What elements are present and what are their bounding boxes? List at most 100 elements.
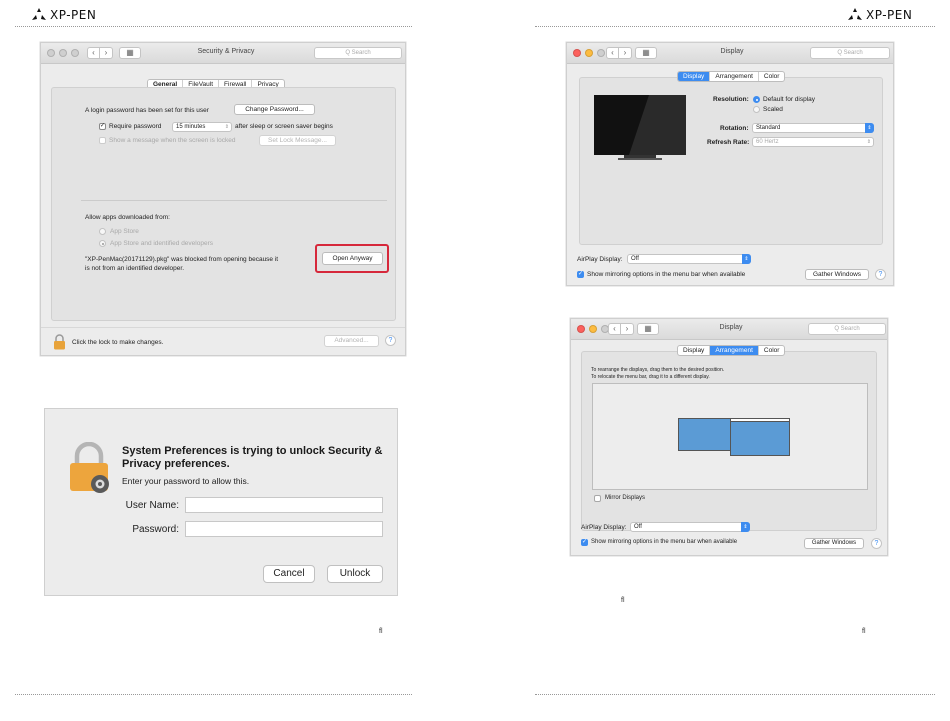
scaled-resolution-radio[interactable] [753, 106, 760, 113]
default-resolution-radio[interactable] [753, 96, 760, 103]
brand-name: XP-PEN [866, 8, 913, 22]
airplay-select[interactable]: Off ⇕ [627, 254, 751, 264]
tab-arrangement[interactable]: Arrangement [709, 72, 758, 81]
default-resolution-option: Default for display [763, 96, 816, 103]
titlebar: ‹ › ▦ Display Q Search [571, 319, 887, 340]
forward-icon[interactable]: › [100, 47, 113, 59]
zoom-light-icon[interactable] [71, 49, 79, 57]
tab-bar: Display Arrangement Color [677, 71, 786, 82]
brand-logo-right: XP-PEN [848, 8, 912, 22]
show-message-checkbox[interactable] [99, 137, 106, 144]
require-password-value: 15 minutes [176, 124, 206, 130]
refresh-rate-select[interactable]: 60 Hertz ⇕ [752, 137, 874, 147]
airplay-value: Off [631, 256, 639, 262]
advanced-button[interactable]: Advanced... [324, 335, 379, 347]
rotation-select[interactable]: Standard ⇕ [752, 123, 874, 133]
page-number-left: fl [379, 628, 383, 635]
traffic-lights [573, 49, 605, 57]
show-all-grid-icon[interactable]: ▦ [637, 323, 659, 335]
require-password-checkbox[interactable]: ✓ [99, 123, 106, 130]
tab-display[interactable]: Display [678, 72, 710, 81]
tab-color[interactable]: Color [757, 346, 785, 355]
gather-windows-button[interactable]: Gather Windows [805, 269, 869, 280]
back-icon[interactable]: ‹ [87, 47, 100, 59]
set-lock-message-button[interactable]: Set Lock Message... [259, 135, 336, 146]
after-sleep-text: after sleep or screen saver begins [235, 123, 333, 130]
help-button[interactable]: ? [875, 269, 886, 280]
help-button[interactable]: ? [385, 335, 396, 346]
display-left-thumbnail[interactable] [678, 418, 731, 451]
minimize-light-icon[interactable] [59, 49, 67, 57]
cancel-button[interactable]: Cancel [263, 565, 315, 583]
titlebar: ‹ › ▦ Display Q Search [567, 43, 893, 64]
nav-buttons: ‹ › [87, 47, 113, 59]
unlock-dialog: System Preferences is trying to unlock S… [44, 408, 398, 596]
password-field[interactable] [185, 521, 383, 537]
user-name-field[interactable] [185, 497, 383, 513]
show-mirroring-checkbox[interactable]: ✓ [581, 539, 588, 546]
minimize-light-icon[interactable] [585, 49, 593, 57]
refresh-rate-label: Refresh Rate: [707, 139, 750, 146]
forward-icon[interactable]: › [619, 47, 632, 59]
header-divider-left [15, 26, 412, 27]
tab-arrangement[interactable]: Arrangement [709, 346, 758, 355]
updown-icon: ⇕ [866, 139, 871, 145]
updown-icon: ⇕ [741, 522, 750, 532]
minimize-light-icon[interactable] [589, 325, 597, 333]
xp-pen-mark-icon [32, 8, 46, 20]
footer-divider-right [535, 694, 935, 695]
security-privacy-window: ‹ › ▦ Security & Privacy Q Search Genera… [40, 42, 406, 356]
back-icon[interactable]: ‹ [606, 47, 619, 59]
window-title: Display [719, 324, 743, 331]
footer-divider-left [15, 694, 412, 695]
traffic-lights [47, 49, 79, 57]
show-mirroring-label: Show mirroring options in the menu bar w… [591, 539, 738, 545]
airplay-label: AirPlay Display: [581, 524, 627, 531]
require-password-select[interactable]: 15 minutes ⇕ [172, 122, 232, 132]
close-light-icon[interactable] [577, 325, 585, 333]
gather-windows-button[interactable]: Gather Windows [804, 538, 864, 549]
mirror-displays-checkbox[interactable] [594, 495, 601, 502]
back-icon[interactable]: ‹ [608, 323, 621, 335]
unlock-button[interactable]: Unlock [327, 565, 383, 583]
show-message-label: Show a message when the screen is locked [109, 137, 236, 144]
lock-icon[interactable] [53, 334, 66, 350]
close-light-icon[interactable] [47, 49, 55, 57]
airplay-select[interactable]: Off ⇕ [630, 522, 750, 532]
brand-logo-left: XP-PEN [32, 8, 96, 22]
rotation-label: Rotation: [720, 125, 749, 132]
airplay-value: Off [634, 524, 642, 530]
nav-buttons: ‹ › [606, 47, 632, 59]
app-store-option: App Store [110, 228, 139, 235]
search-input[interactable]: Q Search [810, 47, 890, 59]
show-all-grid-icon[interactable]: ▦ [635, 47, 657, 59]
close-light-icon[interactable] [573, 49, 581, 57]
open-anyway-button[interactable]: Open Anyway [322, 252, 383, 265]
identified-developers-radio[interactable] [99, 240, 106, 247]
search-input[interactable]: Q Search [808, 323, 886, 335]
show-all-grid-icon[interactable]: ▦ [119, 47, 141, 59]
show-mirroring-checkbox[interactable]: ✓ [577, 271, 584, 278]
help-button[interactable]: ? [871, 538, 882, 549]
monitor-preview-icon [594, 95, 686, 160]
xp-pen-mark-icon [848, 8, 862, 20]
tab-color[interactable]: Color [757, 72, 785, 81]
zoom-light-icon[interactable] [597, 49, 605, 57]
display-right-thumbnail[interactable] [730, 418, 790, 456]
user-name-label: User Name: [125, 500, 179, 511]
arrangement-instructions-line2: To relocate the menu bar, drag it to a d… [591, 374, 710, 380]
search-input[interactable]: Q Search [314, 47, 402, 59]
app-store-radio[interactable] [99, 228, 106, 235]
require-password-label: Require password [109, 123, 162, 130]
blocked-message-line2: is not from an identified developer. [85, 265, 185, 272]
window-title: Security & Privacy [197, 48, 255, 55]
login-password-text: A login password has been set for this u… [85, 107, 209, 114]
menu-bar-strip[interactable] [731, 419, 789, 422]
tab-display[interactable]: Display [678, 346, 709, 355]
forward-icon[interactable]: › [621, 323, 634, 335]
change-password-button[interactable]: Change Password... [234, 104, 315, 115]
dialog-title: System Preferences is trying to unlock S… [122, 445, 383, 470]
mirror-displays-label: Mirror Displays [605, 495, 646, 501]
refresh-rate-value: 60 Hertz [756, 139, 779, 145]
display-window-arrangement-tab: ‹ › ▦ Display Q Search Display Arrangeme… [570, 318, 888, 556]
